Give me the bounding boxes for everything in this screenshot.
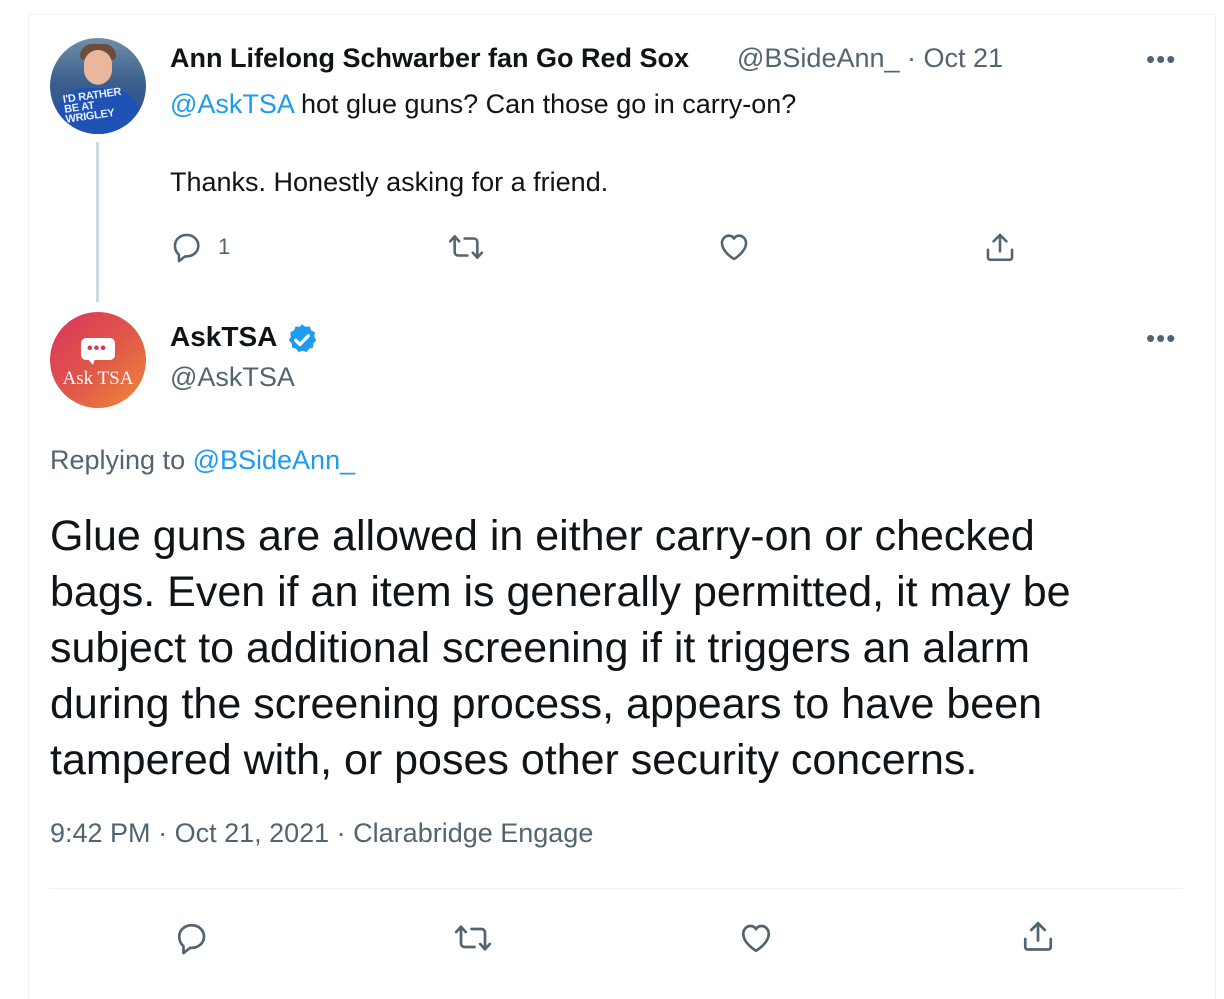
share-button[interactable] — [1020, 918, 1056, 954]
tweet-body-line: subject to additional screening if it tr… — [50, 624, 1030, 672]
meta-separator: · — [907, 43, 917, 73]
reply-count: 1 — [218, 234, 231, 259]
tweet-body-line: Glue guns are allowed in either carry-on… — [50, 512, 1035, 560]
reply-author-meta: @BSideAnn_ · Oct 21 — [737, 43, 1003, 74]
tweet-body-line: tampered with, or poses other security c… — [50, 736, 978, 784]
like-button[interactable] — [717, 230, 751, 264]
retweet-icon — [454, 925, 492, 951]
divider — [50, 888, 1182, 889]
tweet-body: Glue guns are allowed in either carry-on… — [50, 508, 1200, 788]
verified-badge-icon — [288, 324, 317, 353]
chat-dots: ••• — [87, 340, 107, 357]
reply-author-name[interactable]: Ann Lifelong Schwarber fan Go Red Sox — [170, 43, 689, 74]
retweet-button[interactable] — [447, 230, 485, 264]
more-options-icon[interactable]: ••• — [1146, 323, 1176, 354]
share-button[interactable] — [983, 230, 1017, 264]
reply-button[interactable] — [174, 920, 210, 956]
reply-text-line-2: Thanks. Honestly asking for a friend. — [170, 167, 609, 197]
avatar-asktsa[interactable]: ••• Ask TSA — [50, 312, 146, 408]
meta-separator: · — [329, 818, 354, 848]
asktsa-logo-text: Ask TSA — [62, 368, 134, 389]
more-options-icon[interactable]: ••• — [1146, 44, 1176, 75]
tweet-meta: 9:42 PM · Oct 21, 2021 · Clarabridge Eng… — [50, 818, 593, 849]
meta-separator: · — [150, 818, 175, 848]
like-icon — [720, 234, 748, 261]
reply-icon — [177, 923, 206, 955]
replying-to-label: Replying to — [50, 445, 193, 475]
tweet-source[interactable]: Clarabridge Engage — [353, 818, 593, 848]
replying-to-line: Replying to @BSideAnn_ — [50, 445, 355, 476]
tweet-time[interactable]: 9:42 PM — [50, 818, 151, 848]
like-button[interactable] — [738, 920, 774, 956]
reply-button[interactable]: 1 — [170, 230, 230, 264]
retweet-icon — [448, 235, 484, 259]
main-author-handle[interactable]: @AskTSA — [170, 362, 295, 393]
tweet-date[interactable]: Oct 21, 2021 — [175, 818, 330, 848]
tweet-body-line: bags. Even if an item is generally permi… — [50, 568, 1071, 616]
reply-date[interactable]: Oct 21 — [924, 43, 1004, 73]
tweet-body-line: during the screening process, appears to… — [50, 680, 1043, 728]
replying-to-handle[interactable]: @BSideAnn_ — [193, 445, 356, 475]
main-author-name[interactable]: AskTSA — [170, 321, 277, 353]
reply-text-line-1: @AskTSA hot glue guns? Can those go in c… — [170, 89, 796, 120]
like-icon — [741, 924, 771, 953]
share-icon — [1023, 921, 1053, 951]
mention-link[interactable]: @AskTSA — [170, 89, 293, 119]
share-icon — [986, 233, 1014, 262]
avatar-face — [84, 50, 112, 84]
timeline-frame — [28, 14, 1216, 999]
avatar-bsideann[interactable]: I'D RATHER BE AT WRIGLEY — [50, 38, 146, 134]
reply-text-content: hot glue guns? Can those go in carry-on? — [293, 89, 797, 119]
retweet-button[interactable] — [453, 920, 493, 956]
reply-author-handle[interactable]: @BSideAnn_ — [737, 43, 900, 73]
reply-icon — [173, 233, 200, 263]
thread-connector-line — [96, 142, 99, 302]
